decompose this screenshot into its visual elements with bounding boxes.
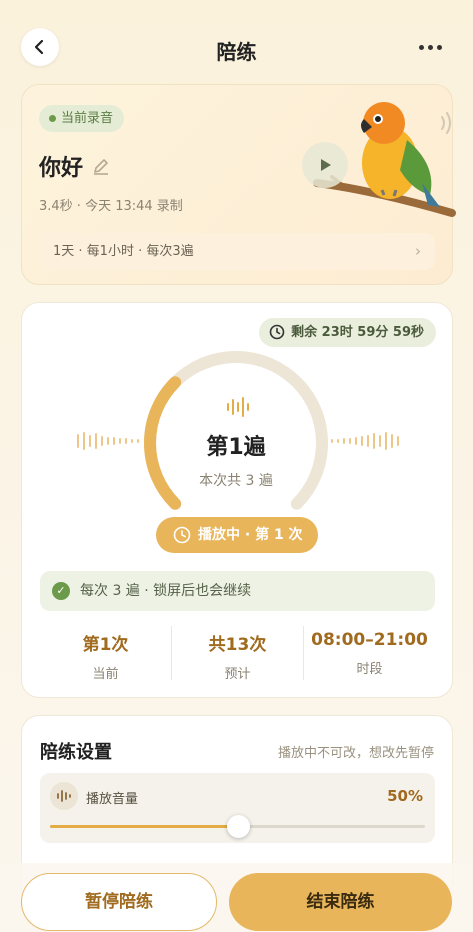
waveform-icon — [227, 397, 249, 417]
waveform-icon — [50, 782, 78, 810]
play-icon — [321, 159, 331, 171]
playing-status-pill: 播放中 · 第 1 次 — [156, 517, 318, 553]
header: 陪练 — [0, 22, 473, 74]
stat-label: 当前 — [92, 667, 119, 682]
recording-title: 你好 — [39, 156, 84, 181]
waveform-right — [331, 432, 399, 450]
volume-slider-fill — [50, 825, 238, 828]
sound-icon — [432, 113, 433, 114]
continue-note-text: 每次 3 遍 · 锁屏后也会继续 — [80, 583, 252, 599]
more-icon — [418, 44, 424, 50]
repetition-counter: 第1遍 — [136, 429, 336, 461]
recording-schedule-row[interactable]: 1天 · 每1小时 · 每次3遍 › — [39, 233, 435, 270]
stat-value: 08:00–21:00 — [311, 630, 428, 650]
total-repetitions: 本次共 3 遍 — [199, 473, 273, 489]
session-card: 剩余 23时 59分 59秒 第1遍 本次共 3 遍 播放中 · 第 1 次 ✓… — [21, 302, 453, 698]
recording-card: 当前录音 你好 3.4秒 · 今天 13:44 录制 1天 · 每1小时 · 每… — [21, 84, 456, 285]
chevron-right-icon: › — [415, 242, 421, 260]
stat-period: 08:00–21:00 时段 — [304, 626, 435, 680]
count-number: 1 — [228, 435, 244, 460]
volume-label: 播放音量 — [86, 792, 139, 807]
current-recording-badge: 当前录音 — [39, 105, 125, 132]
schedule-text: 1天 · 每1小时 · 每次3遍 — [53, 244, 194, 259]
check-icon: ✓ — [52, 582, 70, 600]
volume-slider-thumb[interactable] — [226, 815, 250, 838]
count-suffix: 遍 — [243, 435, 266, 460]
waveform-left — [77, 432, 139, 450]
remaining-time-text: 剩余 23时 59分 59秒 — [291, 325, 424, 340]
count-prefix: 第 — [206, 435, 229, 460]
settings-title: 陪练设置 — [40, 742, 112, 763]
continue-note: ✓ 每次 3 遍 · 锁屏后也会继续 — [40, 571, 435, 611]
clock-icon — [269, 324, 285, 340]
stat-value: 第1次 — [82, 635, 129, 655]
stat-label: 预计 — [224, 667, 251, 682]
more-button[interactable] — [417, 34, 443, 60]
recording-title-row: 你好 — [39, 150, 111, 182]
stat-current: 第1次 当前 — [40, 626, 172, 682]
playing-status-text: 播放中 · 第 1 次 — [198, 527, 303, 543]
play-recording-button[interactable] — [302, 142, 348, 188]
stat-value: 共13次 — [208, 635, 267, 655]
edit-icon[interactable] — [91, 156, 111, 176]
bottom-action-bar: 暂停陪练 结束陪练 — [0, 863, 473, 932]
stat-expected: 共13次 预计 — [172, 626, 304, 682]
volume-setting: 播放音量 50% — [40, 773, 435, 843]
recording-meta: 3.4秒 · 今天 13:44 录制 — [39, 199, 183, 214]
stat-label: 时段 — [356, 662, 383, 677]
settings-note: 播放中不可改，想改先暂停 — [277, 746, 434, 761]
end-practice-button[interactable]: 结束陪练 — [229, 873, 452, 931]
volume-slider[interactable] — [50, 815, 425, 838]
clock-icon — [173, 526, 191, 544]
session-stats: 第1次 当前 共13次 预计 08:00–21:00 时段 — [40, 626, 435, 682]
page-title: 陪练 — [216, 40, 257, 64]
volume-value: 50% — [387, 787, 423, 805]
pause-practice-button[interactable]: 暂停陪练 — [21, 873, 217, 931]
